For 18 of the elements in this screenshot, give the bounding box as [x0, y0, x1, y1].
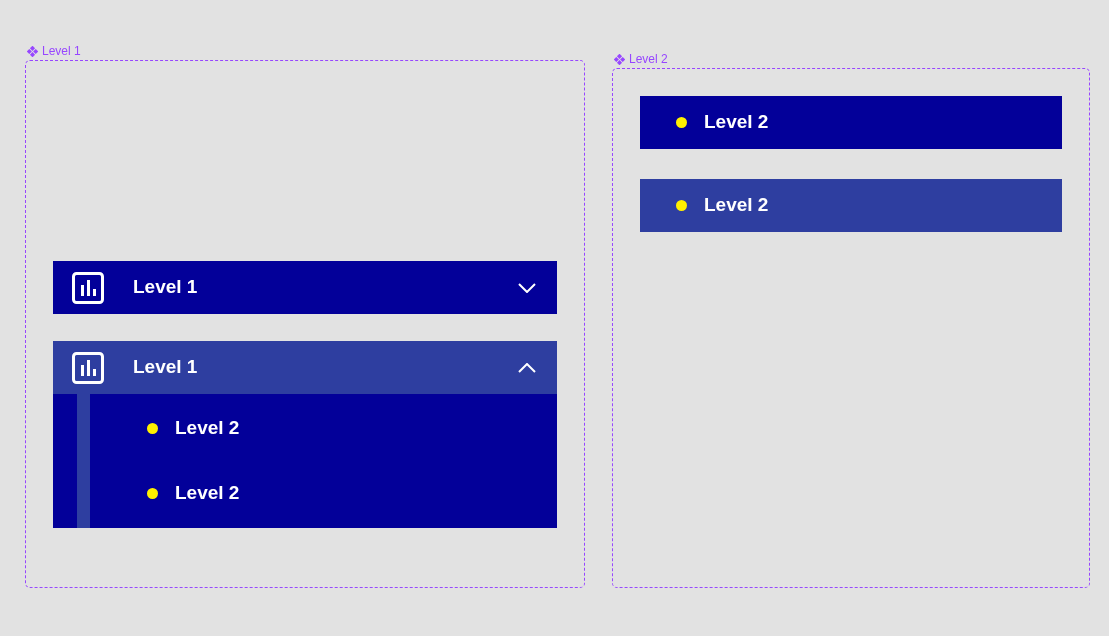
- nav-item[interactable]: Level 1: [53, 261, 557, 314]
- sub-nav-item[interactable]: Level 2: [90, 461, 557, 526]
- sub-nav-label: Level 2: [704, 110, 769, 135]
- component-set-icon: [27, 45, 38, 57]
- sub-nav-item[interactable]: Level 2: [640, 179, 1062, 232]
- nav-item[interactable]: Level 1: [53, 341, 557, 394]
- component-set-label: Level 2: [629, 53, 668, 65]
- nav-item-label: Level 1: [133, 275, 198, 300]
- nav-item-label: Level 1: [133, 355, 198, 380]
- component-set-label: Level 1: [42, 45, 81, 57]
- component-set-icon: [614, 53, 625, 65]
- sub-nav-item[interactable]: Level 2: [640, 96, 1062, 149]
- sub-nav-label: Level 2: [175, 416, 240, 441]
- sub-nav-label: Level 2: [704, 193, 769, 218]
- sub-nav-label: Level 2: [175, 481, 240, 506]
- sub-nav-item[interactable]: Level 2: [90, 396, 557, 461]
- bar-chart-icon: [72, 351, 104, 384]
- bar-chart-icon: [72, 271, 104, 304]
